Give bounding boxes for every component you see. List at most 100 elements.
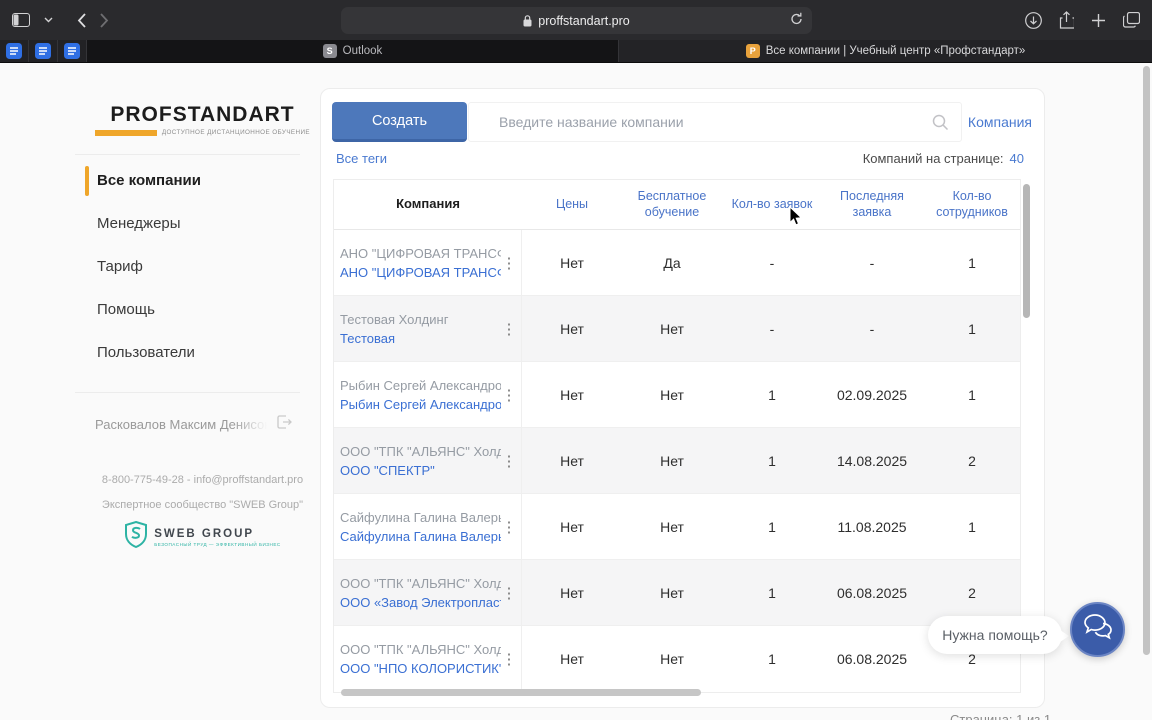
table-row[interactable]: Тестовая Холдинг Тестовая ⋮ Нет Нет - - 1 bbox=[334, 296, 1020, 362]
profstandart-favicon: P bbox=[745, 44, 760, 58]
last-request-cell: - bbox=[869, 320, 875, 337]
free-cell: Нет bbox=[660, 584, 684, 601]
table-row[interactable]: АНО "ЦИФРОВАЯ ТРАНСФ... АНО "ЦИФРОВАЯ ТРА… bbox=[334, 230, 1020, 296]
holding-name: Тестовая Холдинг bbox=[340, 311, 449, 327]
sidebar-item-users[interactable]: Пользователи bbox=[85, 331, 320, 374]
row-menu-icon[interactable]: ⋮ bbox=[501, 518, 517, 536]
per-page-value[interactable]: 40 bbox=[1010, 151, 1024, 166]
divider bbox=[75, 154, 300, 155]
new-tab-icon[interactable] bbox=[1091, 13, 1106, 28]
address-bar[interactable]: proffstandart.pro bbox=[341, 7, 812, 34]
table-row[interactable]: ООО "ТПК "АЛЬЯНС" Холди...ООО "СПЕКТР"⋮ … bbox=[334, 428, 1020, 494]
col-last-request[interactable]: Последняя заявка bbox=[822, 189, 922, 220]
tab-outlook[interactable]: S Outlook bbox=[87, 40, 619, 62]
company-link[interactable]: Рыбин Сергей Александро... bbox=[340, 397, 501, 412]
downloads-icon[interactable] bbox=[1025, 11, 1042, 29]
free-cell: Нет bbox=[660, 386, 684, 403]
entity-filter-link[interactable]: Компания bbox=[968, 114, 1032, 130]
company-link[interactable]: ООО «Завод Электропласт» bbox=[340, 595, 501, 610]
table-header: Компания Цены Бесплатное обучение Кол-во… bbox=[334, 180, 1020, 230]
holding-name: Сайфулина Галина Валерье... bbox=[340, 509, 501, 525]
pinned-tab[interactable] bbox=[29, 40, 58, 62]
free-cell: Нет bbox=[660, 651, 684, 667]
chevron-down-icon[interactable] bbox=[44, 17, 53, 23]
row-menu-icon[interactable]: ⋮ bbox=[501, 386, 517, 404]
table-row[interactable]: ООО "ТПК "АЛЬЯНС" Холди... ООО «Завод Эле… bbox=[334, 560, 1020, 626]
company-link[interactable]: ООО "СПЕКТР" bbox=[340, 463, 501, 478]
sidebar-item-label: Тариф bbox=[97, 258, 143, 275]
table-horizontal-scrollbar[interactable] bbox=[341, 689, 701, 696]
col-free-training[interactable]: Бесплатное обучение bbox=[622, 189, 722, 220]
holding-name: Рыбин Сергей Александро... bbox=[340, 377, 501, 393]
last-request-cell: 06.08.2025 bbox=[836, 651, 908, 667]
share-icon[interactable] bbox=[1059, 11, 1074, 29]
col-requests[interactable]: Кол-во заявок bbox=[722, 197, 822, 213]
employees-cell: 1 bbox=[968, 386, 976, 403]
tab-overview-icon[interactable] bbox=[1123, 12, 1140, 28]
last-request-cell: 11.08.2025 bbox=[837, 518, 907, 535]
requests-cell: 1 bbox=[768, 386, 776, 403]
chat-bubbles-icon bbox=[1082, 613, 1114, 646]
row-menu-icon[interactable]: ⋮ bbox=[501, 584, 517, 602]
row-menu-icon[interactable]: ⋮ bbox=[501, 254, 517, 272]
sidebar-item-managers[interactable]: Менеджеры bbox=[85, 202, 320, 245]
col-company[interactable]: Компания bbox=[334, 196, 522, 212]
tab-profstandart[interactable]: P Все компании | Учебный центр «Профстан… bbox=[619, 40, 1152, 62]
browser-toolbar: proffstandart.pro bbox=[0, 0, 1152, 40]
sweb-name: SWEB GROUP bbox=[154, 527, 255, 540]
all-tags-link[interactable]: Все теги bbox=[336, 151, 387, 166]
sidebar-item-all-companies[interactable]: Все компании bbox=[85, 159, 320, 202]
back-button[interactable] bbox=[77, 12, 86, 28]
pinned-tab[interactable] bbox=[0, 40, 29, 62]
logo-tagline: ДОСТУПНОЕ ДИСТАНЦИОННОЕ ОБУЧЕНИЕ bbox=[161, 129, 310, 136]
help-tooltip: Нужна помощь? bbox=[928, 616, 1069, 654]
sidebar-item-help[interactable]: Помощь bbox=[85, 288, 320, 331]
search-input[interactable] bbox=[469, 103, 961, 141]
sidebar-toggle-icon[interactable] bbox=[12, 13, 30, 27]
tab-label: Outlook bbox=[342, 45, 383, 57]
company-link[interactable]: ООО "НПО КОЛОРИСТИК" bbox=[340, 661, 501, 676]
contact-info: 8-800-775-49-28 - info@proffstandart.pro bbox=[101, 474, 304, 486]
search-icon[interactable] bbox=[932, 114, 949, 136]
holding-name: ООО "ТПК "АЛЬЯНС" Холди... bbox=[340, 575, 501, 591]
requests-cell: - bbox=[769, 254, 775, 271]
pagination[interactable]: Страница: 1 из 1 bbox=[950, 712, 1051, 720]
reload-icon[interactable] bbox=[790, 12, 803, 26]
table-row[interactable]: ООО "ТПК "АЛЬЯНС" Холди... ООО "НПО КОЛОР… bbox=[334, 626, 1020, 692]
outlook-favicon: S bbox=[322, 44, 337, 58]
logout-icon[interactable] bbox=[277, 415, 292, 434]
pinned-tab[interactable] bbox=[58, 40, 87, 62]
requests-cell: 1 bbox=[768, 584, 776, 601]
sidebar-item-label: Менеджеры bbox=[97, 215, 181, 232]
row-menu-icon[interactable]: ⋮ bbox=[501, 320, 517, 338]
sidebar-item-tariff[interactable]: Тариф bbox=[85, 245, 320, 288]
col-prices[interactable]: Цены bbox=[522, 197, 622, 213]
col-employees[interactable]: Кол-во сотрудников bbox=[922, 189, 1022, 220]
per-page-control: Компаний на странице: 40 bbox=[863, 151, 1024, 166]
sweb-tagline: БЕЗОПАСНЫЙ ТРУД — ЭФФЕКТИВНЫЙ БИЗНЕС bbox=[154, 541, 281, 547]
requests-cell: 1 bbox=[768, 518, 776, 535]
free-cell: Нет bbox=[660, 452, 684, 469]
window-scrollbar[interactable] bbox=[1143, 66, 1150, 655]
create-button[interactable]: Создать bbox=[332, 102, 467, 142]
row-menu-icon[interactable]: ⋮ bbox=[501, 650, 517, 668]
last-request-cell: 14.08.2025 bbox=[836, 452, 908, 469]
chat-widget-button[interactable] bbox=[1070, 602, 1125, 657]
app-logo: PROFSTANDART ДОСТУПНОЕ ДИСТАНЦИОННОЕ ОБУ… bbox=[85, 63, 320, 136]
employees-cell: 1 bbox=[968, 518, 976, 535]
table-row[interactable]: Сайфулина Галина Валерье... Сайфулина Гал… bbox=[334, 494, 1020, 560]
divider bbox=[75, 392, 300, 393]
table-vertical-scrollbar[interactable] bbox=[1023, 184, 1030, 318]
row-menu-icon[interactable]: ⋮ bbox=[501, 452, 517, 470]
prices-cell: Нет bbox=[560, 386, 584, 403]
company-link[interactable]: Тестовая bbox=[340, 331, 501, 346]
companies-table: Компания Цены Бесплатное обучение Кол-во… bbox=[333, 179, 1021, 693]
forward-button[interactable] bbox=[100, 12, 109, 28]
company-link[interactable]: АНО "ЦИФРОВАЯ ТРАНСФ... bbox=[340, 265, 501, 280]
table-row[interactable]: Рыбин Сергей Александро... Рыбин Сергей А… bbox=[334, 362, 1020, 428]
sidebar-item-label: Пользователи bbox=[97, 344, 195, 361]
last-request-cell: - bbox=[869, 254, 875, 271]
tab-label: Все компании | Учебный центр «Профстанда… bbox=[765, 45, 1026, 57]
company-link[interactable]: Сайфулина Галина Валерье... bbox=[340, 529, 501, 544]
url-text: proffstandart.pro bbox=[538, 13, 630, 28]
